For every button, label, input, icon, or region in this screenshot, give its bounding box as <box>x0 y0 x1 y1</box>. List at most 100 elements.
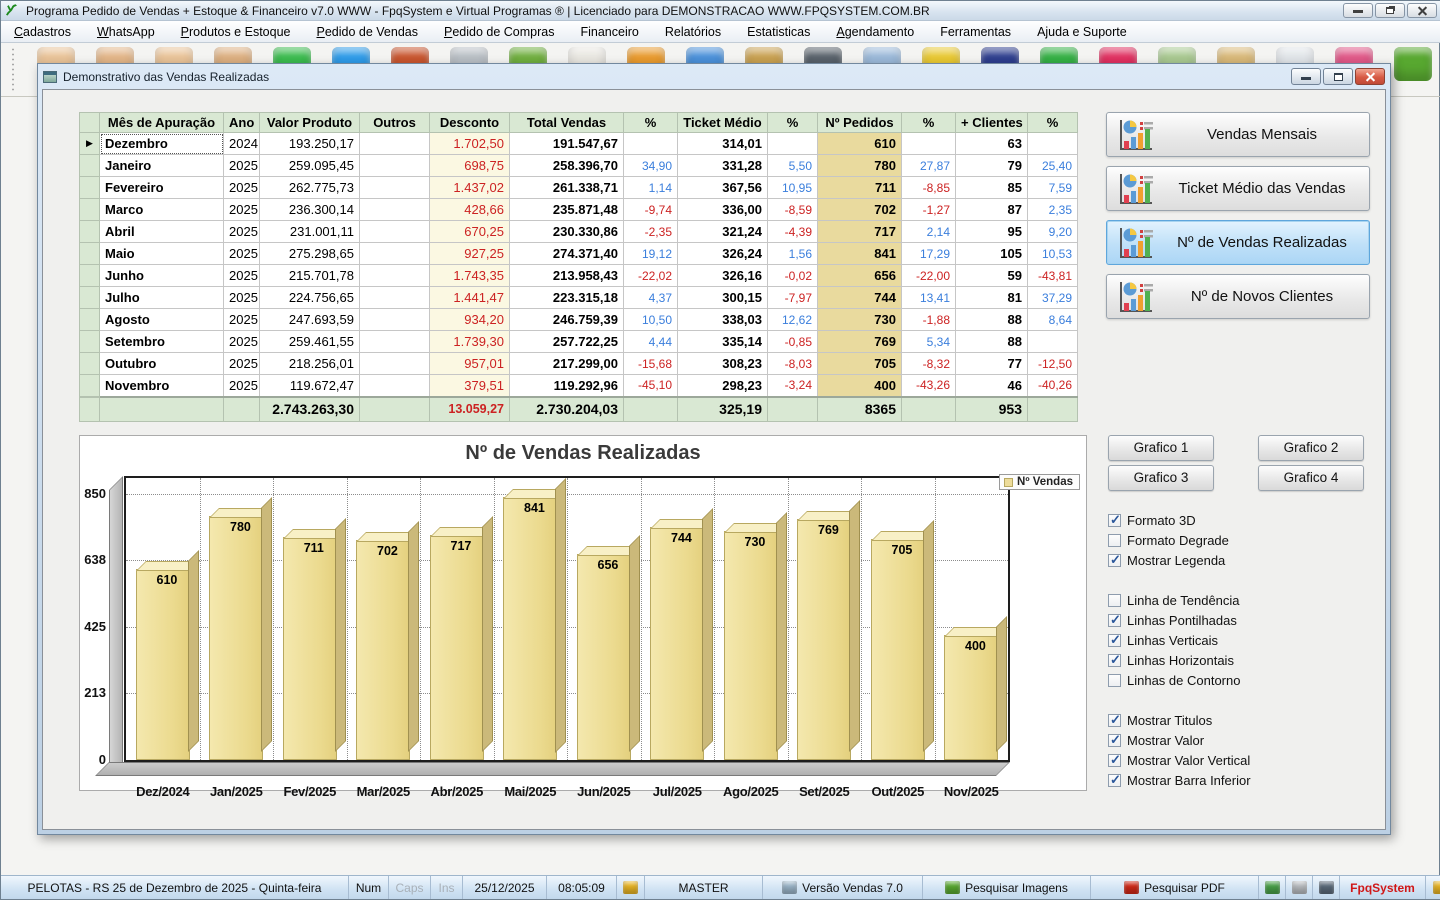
button-grafico-3[interactable]: Grafico 3 <box>1108 465 1214 491</box>
checkbox-mostrar-valor-vertical[interactable]: Mostrar Valor Vertical <box>1108 750 1378 770</box>
table-row[interactable]: Marco2025236.300,14428,66235.871,48-9,74… <box>80 199 1078 221</box>
sales-table-wrap: Mês de ApuraçãoAnoValor ProdutoOutrosDes… <box>79 112 1078 422</box>
status-monitor-icon[interactable] <box>1313 876 1340 899</box>
report-button-vendas-mensais[interactable]: Vendas Mensais <box>1106 112 1370 157</box>
checkbox-linhas-pontilhadas[interactable]: Linhas Pontilhadas <box>1108 610 1378 630</box>
status-search-pdf[interactable]: Pesquisar PDF <box>1091 876 1259 899</box>
table-row[interactable]: Maio2025275.298,65927,25274.371,4019,123… <box>80 243 1078 265</box>
table-row[interactable]: Fevereiro2025262.775,731.437,02261.338,7… <box>80 177 1078 199</box>
checkbox-box[interactable] <box>1108 514 1121 527</box>
x-axis-label: Abr/2025 <box>420 784 494 799</box>
app-logo-icon <box>5 3 20 18</box>
exit-icon[interactable] <box>1393 47 1433 81</box>
checkbox-mostrar-barra-inferior[interactable]: Mostrar Barra Inferior <box>1108 770 1378 790</box>
table-row[interactable]: Outubro2025218.256,01957,01217.299,00-15… <box>80 353 1078 375</box>
close-button[interactable] <box>1407 3 1437 18</box>
status-key-icon[interactable] <box>617 876 645 899</box>
restore-button[interactable] <box>1375 3 1405 18</box>
status-label: MASTER <box>678 881 728 895</box>
status-printer-icon[interactable] <box>1286 876 1313 899</box>
menu-item-produtos-e-estoque[interactable]: Produtos e Estoque <box>168 22 304 42</box>
menu-item-whatsapp[interactable]: WhatsApp <box>84 22 168 42</box>
checkbox-formato-degrade[interactable]: Formato Degrade <box>1108 530 1378 550</box>
key-icon <box>1433 881 1440 894</box>
toolbar-grip[interactable] <box>11 47 15 91</box>
checkbox-linhas-horizontais[interactable]: Linhas Horizontais <box>1108 650 1378 670</box>
checkbox-linhas-de-contorno[interactable]: Linhas de Contorno <box>1108 670 1378 690</box>
checkbox-linhas-verticais[interactable]: Linhas Verticais <box>1108 630 1378 650</box>
checkbox-box[interactable] <box>1108 534 1121 547</box>
bar-value-label: 702 <box>377 544 398 558</box>
table-row[interactable]: Abril2025231.001,11670,25230.330,86-2,35… <box>80 221 1078 243</box>
checkbox-box[interactable] <box>1108 714 1121 727</box>
bar-mai-2025: 841 <box>503 497 557 761</box>
chart-plot: 0213425638850610Dez/2024780Jan/2025711Fe… <box>124 476 1010 762</box>
menu-item-pedido-de-vendas[interactable]: Pedido de Vendas <box>303 22 430 42</box>
col-header-me-s-de-apurac-a-o: Mês de Apuração <box>100 113 224 133</box>
status-image-icon[interactable] <box>1259 876 1286 899</box>
checkbox-box[interactable] <box>1108 754 1121 767</box>
table-row[interactable]: Janeiro2025259.095,45698,75258.396,7034,… <box>80 155 1078 177</box>
status-search-images[interactable]: Pesquisar Imagens <box>923 876 1091 899</box>
checkbox-box[interactable] <box>1108 594 1121 607</box>
status-label: PELOTAS - RS 25 de Dezembro de 2025 - Qu… <box>28 881 322 895</box>
menu-item-estatisticas[interactable]: Estatisticas <box>734 22 823 42</box>
checkbox-mostrar-titulos[interactable]: Mostrar Titulos <box>1108 710 1378 730</box>
x-axis-label: Jul/2025 <box>641 784 715 799</box>
col-header-n-pedidos: Nº Pedidos <box>818 113 902 133</box>
table-row[interactable]: Agosto2025247.693,59934,20246.759,3910,5… <box>80 309 1078 331</box>
status-time: 08:05:09 <box>547 876 617 899</box>
sales-table: Mês de ApuraçãoAnoValor ProdutoOutrosDes… <box>79 112 1078 422</box>
report-button-n-de-vendas-realizadas[interactable]: Nº de Vendas Realizadas <box>1106 220 1370 265</box>
y-tick-label: 0 <box>64 752 106 767</box>
col-header-: % <box>1028 113 1078 133</box>
checkbox-label: Mostrar Titulos <box>1127 713 1212 728</box>
bar-value-label: 744 <box>671 531 692 545</box>
status-date: 25/12/2025 <box>463 876 547 899</box>
menu-item-ferramentas[interactable]: Ferramentas <box>927 22 1024 42</box>
checkbox-linha-de-tende-ncia[interactable]: Linha de Tendência <box>1108 590 1378 610</box>
checkbox-box[interactable] <box>1108 734 1121 747</box>
dialog-icon <box>43 71 57 83</box>
checkbox-box[interactable] <box>1108 634 1121 647</box>
checkbox-mostrar-valor[interactable]: Mostrar Valor <box>1108 730 1378 750</box>
table-row[interactable]: Setembro2025259.461,551.739,30257.722,25… <box>80 331 1078 353</box>
chart-icon <box>1117 280 1155 314</box>
status-location-date: PELOTAS - RS 25 de Dezembro de 2025 - Qu… <box>1 876 349 899</box>
menu-item-relato-rios[interactable]: Relatórios <box>652 22 734 42</box>
menu-item-pedido-de-compras[interactable]: Pedido de Compras <box>431 22 568 42</box>
checkbox-box[interactable] <box>1108 614 1121 627</box>
dialog-maximize-button[interactable] <box>1323 68 1353 85</box>
key-icon <box>623 881 638 894</box>
status-key2-icon[interactable] <box>1426 876 1440 899</box>
table-row[interactable]: Julho2025224.756,651.441,47223.315,184,3… <box>80 287 1078 309</box>
checkbox-formato-3d[interactable]: Formato 3D <box>1108 510 1378 530</box>
v-gridline <box>935 478 936 760</box>
table-row[interactable]: ▶Dezembro2024193.250,171.702,50191.547,6… <box>80 133 1078 155</box>
checkbox-box[interactable] <box>1108 654 1121 667</box>
checkbox-box[interactable] <box>1108 554 1121 567</box>
checkbox-mostrar-legenda[interactable]: Mostrar Legenda <box>1108 550 1378 570</box>
checkbox-box[interactable] <box>1108 774 1121 787</box>
button-grafico-4[interactable]: Grafico 4 <box>1258 465 1364 491</box>
dialog-close-button[interactable] <box>1355 68 1385 85</box>
menu-item-financeiro[interactable]: Financeiro <box>567 22 651 42</box>
button-grafico-1[interactable]: Grafico 1 <box>1108 435 1214 461</box>
bar-out-2025: 705 <box>871 539 925 760</box>
minimize-button[interactable] <box>1343 3 1373 18</box>
report-button-ticket-me-dio-das-vendas[interactable]: Ticket Médio das Vendas <box>1106 166 1370 211</box>
x-axis-label: Fev/2025 <box>273 784 347 799</box>
table-row[interactable]: Junho2025215.701,781.743,35213.958,43-22… <box>80 265 1078 287</box>
button-label: Nº de Vendas Realizadas <box>1165 234 1359 251</box>
menu-item-cadastros[interactable]: Cadastros <box>1 22 84 42</box>
table-row[interactable]: Novembro2025119.672,47379,51119.292,96-4… <box>80 375 1078 397</box>
x-axis-label: Mar/2025 <box>347 784 421 799</box>
button-grafico-2[interactable]: Grafico 2 <box>1258 435 1364 461</box>
menu-item-agendamento[interactable]: Agendamento <box>823 22 927 42</box>
checkbox-box[interactable] <box>1108 674 1121 687</box>
menu-item-ajuda-e-suporte[interactable]: Ajuda e Suporte <box>1024 22 1140 42</box>
report-button-n-de-novos-clientes[interactable]: Nº de Novos Clientes <box>1106 274 1370 319</box>
dialog-minimize-button[interactable] <box>1291 68 1321 85</box>
bar-abr-2025: 717 <box>430 535 484 760</box>
col-header-clientes: + Clientes <box>956 113 1028 133</box>
